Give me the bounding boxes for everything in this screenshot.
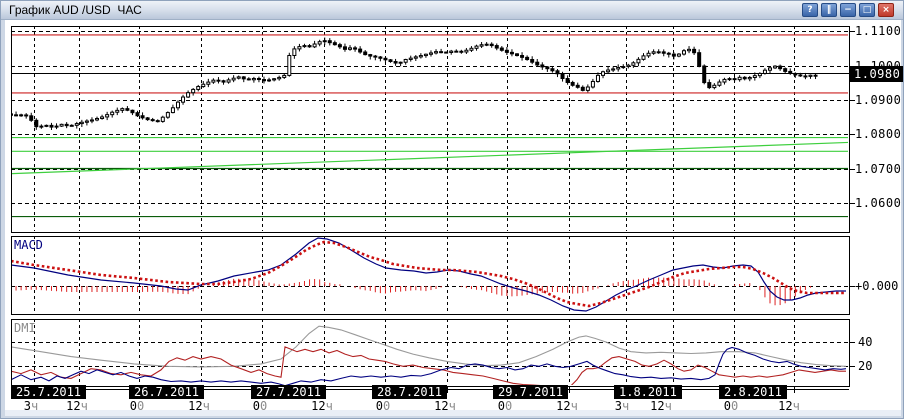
- time-label: 12ч: [311, 399, 333, 413]
- date-label: 2.8.2011: [719, 385, 787, 399]
- time-label: 12ч: [650, 399, 672, 413]
- time-label: 12ч: [188, 399, 210, 413]
- time-label: 3ч: [614, 399, 630, 413]
- date-label: 26.7.2011: [129, 385, 205, 399]
- dmi-level-40-label: 40: [858, 335, 873, 349]
- dmi-level-20-label: 20: [858, 359, 873, 373]
- chart-canvas[interactable]: [1, 1, 904, 419]
- date-label: 27.7.2011: [251, 385, 327, 399]
- current-price-box: 1.0980: [850, 65, 903, 82]
- time-label: 3ч: [23, 399, 39, 413]
- chart-window: 1.11001.10001.09001.08001.07001.060025.7…: [0, 0, 904, 419]
- date-label: 25.7.2011: [11, 385, 87, 399]
- time-label: 00: [375, 399, 391, 413]
- price-axis-label: 1.1100: [855, 23, 902, 38]
- date-label: 29.7.2011: [493, 385, 569, 399]
- price-axis-label: 1.0700: [855, 161, 902, 176]
- price-axis-label: 1.0900: [855, 92, 902, 107]
- time-label: 00: [723, 399, 739, 413]
- time-label: 12ч: [556, 399, 578, 413]
- date-label: 28.7.2011: [372, 385, 448, 399]
- time-label: 12ч: [434, 399, 456, 413]
- time-label: 00: [252, 399, 268, 413]
- time-label: 12ч: [66, 399, 88, 413]
- price-axis-label: 1.0600: [855, 195, 902, 210]
- macd-zero-label: +0.000: [855, 279, 899, 293]
- panel-border[interactable]: [11, 236, 850, 315]
- time-label: 00: [497, 399, 513, 413]
- price-axis-label: 1.0800: [855, 126, 902, 141]
- time-label: 12ч: [778, 399, 800, 413]
- time-label: 00: [129, 399, 145, 413]
- dmi-panel-label: DMI: [14, 321, 36, 335]
- macd-panel-label: MACD: [14, 238, 43, 252]
- panel-border[interactable]: [11, 26, 850, 233]
- date-label: 1.8.2011: [614, 385, 682, 399]
